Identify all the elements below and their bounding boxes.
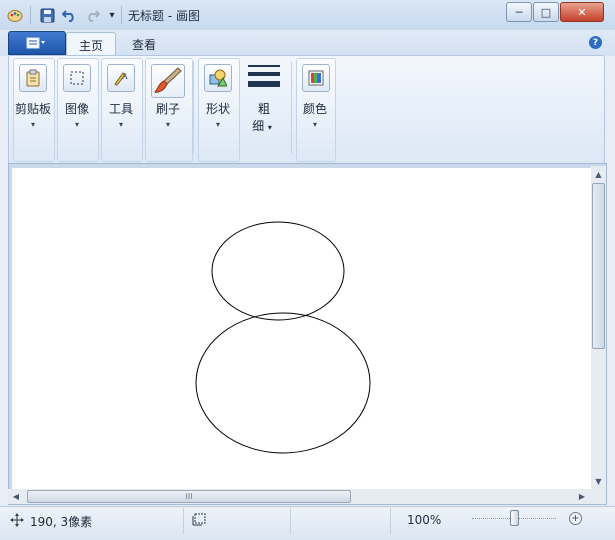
brushes-label: 刷子 — [155, 102, 180, 116]
drawing-canvas[interactable] — [12, 168, 591, 489]
zoom-level: 100% — [407, 513, 442, 527]
app-menu-icon — [26, 37, 45, 49]
title-divider — [121, 6, 122, 24]
close-button[interactable]: ✕ — [560, 2, 604, 22]
window-title: 无标题 - 画图 — [128, 9, 200, 23]
scroll-grip-icon: III — [185, 492, 193, 501]
horizontal-scroll-thumb[interactable]: III — [27, 490, 351, 503]
colors-label: 颜色 — [302, 102, 327, 116]
paint-app-icon[interactable] — [6, 6, 24, 24]
tab-home[interactable]: 主页 — [66, 32, 116, 57]
zoom-in-icon[interactable]: + — [569, 512, 582, 525]
clipboard-icon — [19, 64, 47, 92]
chevron-down-icon: ▾ — [109, 9, 115, 21]
undo-icon[interactable] — [61, 6, 79, 24]
status-divider — [183, 508, 184, 534]
line-width-label-1: 粗 — [257, 102, 270, 116]
chevron-down-icon: ▾ — [74, 120, 79, 129]
cursor-position-text: 190, 3像素 — [30, 515, 93, 529]
large-ellipse — [195, 312, 371, 454]
tab-view-label: 查看 — [131, 37, 156, 52]
image-label: 图像 — [64, 102, 89, 116]
status-divider — [290, 508, 291, 534]
maximize-icon: □ — [540, 5, 552, 19]
svg-text:A: A — [121, 72, 128, 81]
tab-home-label: 主页 — [78, 38, 103, 53]
shapes-icon — [204, 64, 232, 92]
status-bar — [0, 506, 615, 540]
chevron-down-icon: ▾ — [312, 120, 317, 129]
status-divider — [390, 508, 391, 534]
customize-quick-access-button[interactable]: ▾ — [103, 6, 121, 24]
scroll-up-arrow[interactable]: ▲ — [591, 167, 606, 181]
close-icon: ✕ — [577, 5, 587, 19]
tools-label: 工具 — [108, 102, 133, 116]
line-width-label-text: 细 — [252, 119, 265, 133]
ribbon-separator — [193, 62, 194, 154]
chevron-down-icon: ▾ — [267, 123, 272, 132]
scroll-down-arrow[interactable]: ▼ — [591, 474, 606, 488]
chevron-down-icon: ▾ — [215, 120, 220, 129]
save-icon[interactable] — [38, 6, 56, 24]
clipboard-label: 剪贴板 — [14, 102, 51, 116]
maximize-button[interactable]: □ — [533, 2, 559, 22]
chevron-down-icon: ▾ — [118, 120, 123, 129]
redo-icon[interactable] — [83, 6, 101, 24]
scroll-corner — [591, 489, 606, 504]
shapes-label: 形状 — [205, 102, 230, 116]
zoom-slider-thumb[interactable] — [510, 510, 519, 526]
select-icon — [63, 64, 91, 92]
ribbon-separator — [291, 62, 292, 154]
minimize-button[interactable]: ─ — [506, 2, 532, 22]
application-menu-button[interactable] — [8, 31, 66, 55]
brush-icon — [151, 64, 185, 98]
line-width-icon — [247, 64, 281, 92]
cursor-position-icon — [10, 513, 24, 527]
tab-view[interactable]: 查看 — [120, 32, 168, 56]
help-icon[interactable]: ? — [589, 36, 602, 49]
scroll-left-arrow[interactable]: ◀ — [8, 490, 24, 503]
scroll-right-arrow[interactable]: ▶ — [574, 490, 590, 503]
vertical-scroll-thumb[interactable] — [592, 183, 605, 349]
selection-size-icon — [192, 512, 208, 526]
tools-icon: A — [107, 64, 135, 92]
small-ellipse — [211, 221, 345, 321]
line-width-label-2: 细 ▾ — [240, 117, 284, 134]
title-divider — [30, 6, 31, 24]
chevron-down-icon: ▾ — [165, 120, 170, 129]
minimize-icon: ─ — [515, 5, 523, 19]
chevron-down-icon: ▾ — [30, 120, 35, 129]
colors-icon — [302, 64, 330, 92]
